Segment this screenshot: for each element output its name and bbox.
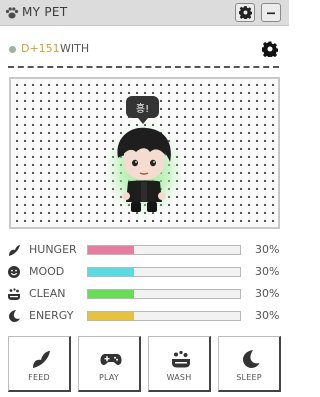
energy-icon — [9, 310, 20, 322]
stat-value: 30% — [255, 287, 280, 300]
stat-bar — [87, 267, 241, 277]
paw-icon — [5, 7, 19, 19]
gear-icon[interactable] — [262, 41, 278, 57]
sleep-button[interactable]: SLEEP — [218, 336, 281, 392]
moon-icon — [243, 350, 260, 368]
titlebar-settings-button[interactable] — [235, 3, 255, 22]
action-label: PLAY — [98, 373, 119, 382]
stat-label: CLEAN — [29, 287, 66, 300]
stat-fill — [88, 312, 134, 320]
hunger-icon — [9, 245, 20, 256]
stat-fill — [88, 268, 134, 276]
pet-character[interactable] — [104, 122, 184, 218]
minimize-button[interactable] — [261, 3, 281, 22]
stat-value: 30% — [255, 265, 280, 278]
wash-button[interactable]: WASH — [148, 336, 211, 392]
mood-icon — [8, 266, 20, 278]
speech-bubble: 흥! — [126, 96, 159, 124]
feed-button[interactable]: FEED — [8, 336, 71, 392]
stat-bar — [87, 289, 241, 299]
action-label: SLEEP — [236, 373, 262, 382]
stat-fill — [88, 246, 134, 254]
status-row: D+151 WITH — [0, 38, 289, 60]
action-label: FEED — [28, 373, 50, 382]
dday-counter: D+151 — [21, 42, 60, 55]
stat-clean: CLEAN 30% — [0, 285, 289, 303]
divider — [8, 66, 279, 68]
stat-value: 30% — [255, 309, 280, 322]
stat-label: HUNGER — [29, 243, 77, 256]
stat-label: MOOD — [29, 265, 65, 278]
stat-bar — [87, 245, 241, 255]
stat-fill — [88, 290, 134, 298]
window-title: MY PET — [22, 5, 68, 19]
action-label: WASH — [166, 373, 192, 382]
gamepad-icon — [100, 354, 122, 365]
gear-icon — [238, 6, 252, 19]
wash-icon — [172, 350, 190, 368]
with-label: WITH — [60, 42, 90, 55]
stat-label: ENERGY — [29, 309, 74, 322]
title-bar: MY PET — [0, 0, 289, 26]
clean-icon — [8, 288, 20, 300]
status-dot — [9, 46, 16, 53]
feed-icon — [33, 351, 50, 368]
stat-bar — [87, 311, 241, 321]
stat-energy: ENERGY 30% — [0, 307, 289, 325]
stat-hunger: HUNGER 30% — [0, 241, 289, 259]
minimize-icon — [267, 12, 275, 14]
play-button[interactable]: PLAY — [78, 336, 141, 392]
stat-mood: MOOD 30% — [0, 263, 289, 281]
stat-value: 30% — [255, 243, 280, 256]
action-bar: FEED PLAY WASH SLEEP — [8, 336, 281, 394]
